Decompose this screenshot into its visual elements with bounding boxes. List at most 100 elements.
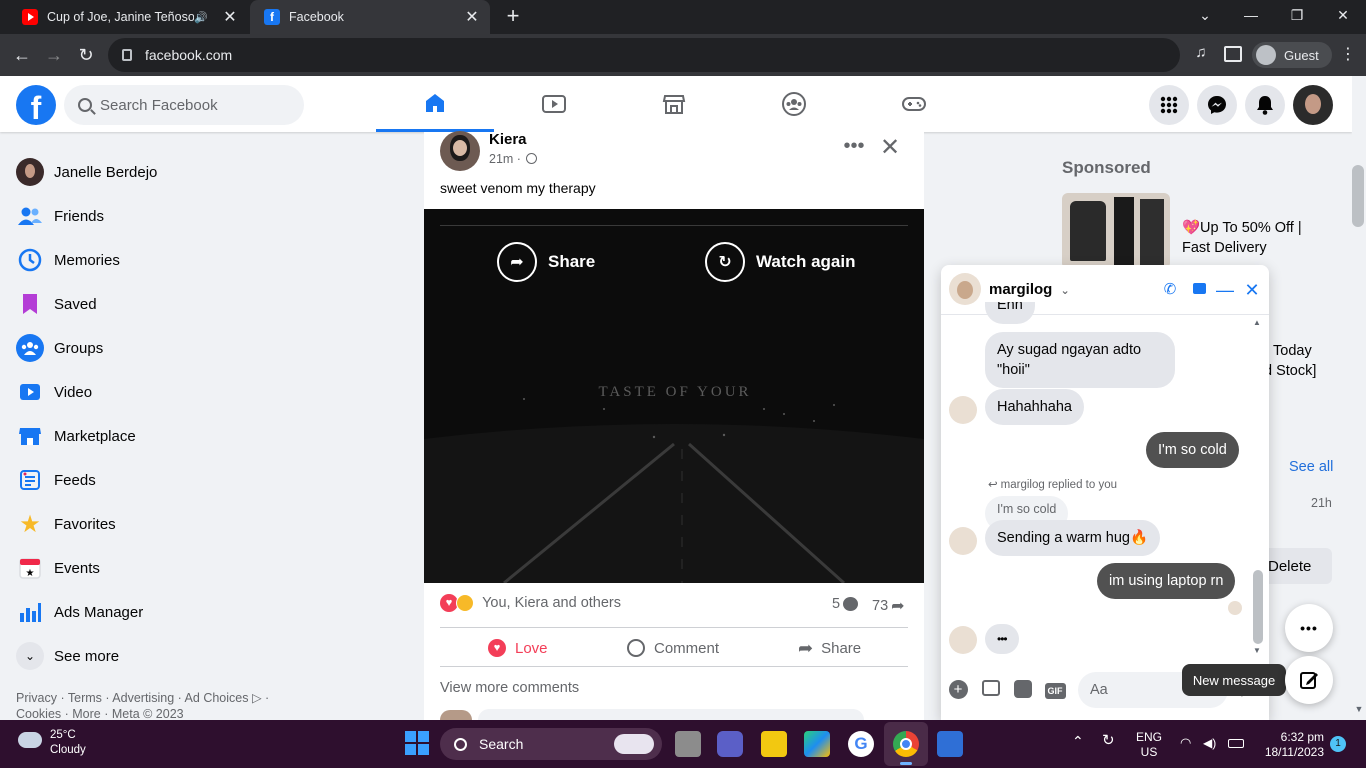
message-bubble[interactable]: Ehh [985,302,1035,324]
messenger-button[interactable] [1197,85,1237,125]
close-window-button[interactable]: ✕ [1320,0,1366,30]
sidebar-item-events[interactable]: ★ Events [8,546,358,590]
forward-button[interactable]: → [41,44,67,68]
ad2-text-line[interactable]: Today [1273,343,1312,359]
chrome-taskbar-active[interactable] [884,722,928,766]
tab-groups[interactable] [735,76,853,132]
post-close-button[interactable]: ✕ [877,134,903,162]
file-explorer-icon[interactable] [761,731,787,757]
volume-icon[interactable]: ◀) [1203,736,1216,751]
sidebar-item-memories[interactable]: Memories [8,238,358,282]
weather-widget[interactable]: 25°C Cloudy [50,728,86,758]
minimize-button[interactable]: — [1228,0,1274,30]
chevron-up-icon[interactable]: ⌃ [1072,734,1084,749]
video-watch-again-button[interactable]: ↻ Watch again [705,241,856,283]
comment-button[interactable]: Comment [627,636,719,660]
tab-marketplace[interactable] [615,76,733,132]
language-indicator[interactable]: ENG US [1136,730,1162,760]
sidebar-item-video[interactable]: Video [8,370,358,414]
media-control-icon[interactable]: ♫ [1190,44,1212,66]
love-button[interactable]: ♥ Love [488,636,548,660]
clock[interactable]: 6:32 pm 18/11/2023 [1258,730,1324,760]
sidebar-item-favorites[interactable]: ★ Favorites [8,502,358,546]
close-tab-icon[interactable]: ✕ [218,7,242,27]
sticker-icon[interactable] [1013,680,1033,700]
side-panel-icon[interactable] [1224,46,1242,62]
windows-start-icon[interactable] [405,731,429,755]
photo-icon[interactable] [981,680,1001,700]
sidebar-item-friends[interactable]: Friends [8,194,358,238]
wifi-icon[interactable]: ◠ [1180,735,1191,750]
footer-line[interactable]: Privacy · Terms · Advertising · Ad Choic… [16,690,356,706]
sidebar-item-groups[interactable]: Groups [8,326,358,370]
menu-button[interactable] [1149,85,1189,125]
ad2-text-line[interactable]: d Stock] [1264,363,1316,379]
footer-links[interactable]: Privacy · Terms · Advertising · Ad Choic… [16,690,356,722]
ad-image[interactable] [1062,193,1170,269]
facebook-logo[interactable]: f [16,85,56,125]
message-bubble-outgoing[interactable]: im using laptop rn [1097,563,1236,599]
task-view-icon[interactable] [675,731,701,757]
chat-options-button[interactable]: ••• [1285,604,1333,652]
battery-icon[interactable] [1228,739,1244,748]
comments-count[interactable]: 5 [832,596,859,612]
message-bubble[interactable]: Hahahhaha [985,389,1084,425]
video-call-icon[interactable] [1189,280,1209,300]
remote-desktop-icon[interactable] [937,731,963,757]
new-tab-button[interactable]: + [500,4,526,30]
tab-gaming[interactable] [855,76,973,132]
post-more-button[interactable]: ••• [842,134,866,162]
delete-button[interactable]: Delete [1262,548,1332,584]
address-bar[interactable]: facebook.com [108,38,1180,72]
profile-button[interactable]: Guest [1252,42,1332,68]
account-avatar[interactable] [1293,85,1333,125]
google-icon[interactable]: G [848,731,874,757]
post-author-name[interactable]: Kiera [489,131,527,148]
tab-home[interactable] [376,76,494,132]
chat-contact-name[interactable]: margilog ⌄ [989,281,1070,298]
sidebar-item-marketplace[interactable]: Marketplace [8,414,358,458]
minimize-chat-icon[interactable]: — [1215,280,1235,300]
new-message-button[interactable] [1285,656,1333,704]
maximize-button[interactable]: ❐ [1274,0,1320,30]
post-author-avatar[interactable] [440,131,480,171]
sidebar-item-feeds[interactable]: Feeds [8,458,358,502]
notification-badge[interactable]: 1 [1330,736,1346,752]
add-icon[interactable]: + [948,680,968,700]
sidebar-item-profile[interactable]: Janelle Berdejo [8,150,358,194]
share-button[interactable]: ➦ Share [798,636,861,660]
shares-count[interactable]: 73 ➦ [872,596,905,616]
scroll-down-arrow[interactable]: ▼ [1353,704,1365,716]
back-button[interactable]: ← [9,44,35,68]
sidebar-item-saved[interactable]: Saved [8,282,358,326]
message-bubble[interactable]: Ay sugad ngayan adto "hoii" [985,332,1175,388]
chat-scroll-up[interactable]: ▲ [1253,318,1261,327]
tab-search-icon[interactable]: ⌄ [1182,0,1228,30]
speaker-icon[interactable]: 🔊 [194,11,208,24]
sync-icon[interactable]: ↻ [1102,733,1115,748]
post-timestamp[interactable]: 21m · [489,152,538,166]
sidebar-item-see-more[interactable]: ⌄ See more [8,634,358,678]
chrome-menu-icon[interactable]: ⋮ [1338,44,1358,66]
phone-icon[interactable]: ✆ [1160,280,1180,300]
view-more-comments-link[interactable]: View more comments [440,680,579,696]
chat-scroll-down[interactable]: ▼ [1253,646,1261,655]
ad-text[interactable]: 💖Up To 50% Off | Fast Delivery [1182,218,1342,258]
message-bubble[interactable]: Sending a warm hug🔥 [985,520,1161,556]
notifications-button[interactable] [1245,85,1285,125]
message-bubble-outgoing[interactable]: I'm so cold [1146,432,1239,468]
search-input[interactable]: Search Facebook [64,85,304,125]
page-scrollbar-thumb[interactable] [1352,165,1364,227]
taskbar-search[interactable]: Search [440,728,662,760]
play-store-icon[interactable] [804,731,830,757]
reload-button[interactable]: ↻ [73,44,99,68]
tab-facebook[interactable]: f Facebook ✕ [250,0,490,34]
close-chat-icon[interactable]: ✕ [1242,280,1262,300]
sidebar-item-ads-manager[interactable]: Ads Manager [8,590,358,634]
chat-contact-avatar[interactable] [949,273,981,305]
video-share-button[interactable]: ➦ Share [497,241,595,283]
chat-scrollbar-thumb[interactable] [1253,570,1263,644]
see-all-link[interactable]: See all [1289,459,1333,475]
gif-icon[interactable]: GIF [1044,680,1066,700]
close-tab-icon[interactable]: ✕ [460,7,484,27]
